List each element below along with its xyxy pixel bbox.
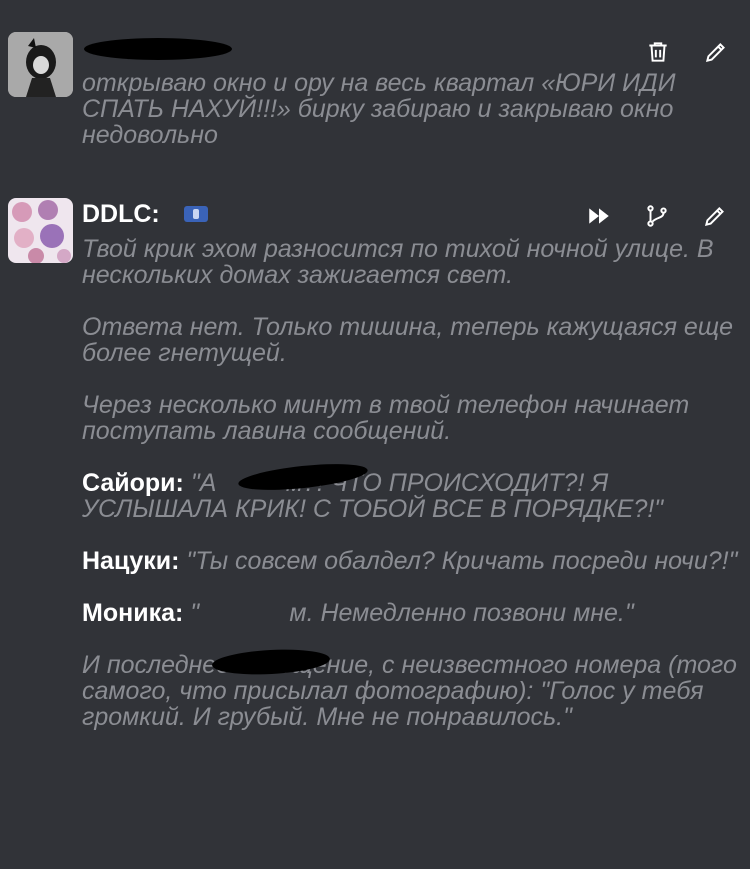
speaker-name: Сайори:	[82, 469, 184, 497]
paragraph: Ответа нет. Только тишина, теперь кажуща…	[82, 313, 740, 367]
dialogue-line: Сайори: "А м?! ЧТО ПРОИСХОДИТ?! Я УСЛЫША…	[82, 470, 742, 522]
fast-forward-icon[interactable]	[585, 202, 613, 230]
dialogue-text: "Ты совсем обалдел? Кричать посреди ночи…	[179, 547, 738, 575]
paragraph: Через несколько минут в твой телефон нач…	[82, 391, 697, 445]
speaker-name: Нацуки:	[82, 547, 180, 575]
paragraph: Твой крик эхом разносится по тихой ночно…	[82, 235, 721, 289]
bot-badge	[184, 206, 208, 222]
dialogue-text: " м. Немедленно позвони мне."	[183, 599, 634, 627]
bot-name[interactable]: DDLC:	[82, 200, 160, 229]
message-text: Твой крик эхом разносится по тихой ночно…	[82, 236, 742, 756]
dialogue-line: Моника: " м. Немедленно позвони мне."	[82, 600, 742, 626]
speaker-name: Моника:	[82, 599, 184, 627]
bot-avatar[interactable]	[8, 198, 73, 263]
branch-icon[interactable]	[643, 202, 671, 230]
pencil-icon[interactable]	[701, 202, 729, 230]
user-avatar[interactable]	[8, 32, 73, 97]
dialogue-line: Нацуки: "Ты совсем обалдел? Кричать поср…	[82, 548, 742, 574]
message-text: открываю окно и ору на весь квартал «ЮРИ…	[82, 69, 676, 149]
redacted-username	[84, 38, 232, 60]
paragraph: И последнее сообщение, с неизвестного но…	[82, 651, 744, 731]
pencil-icon[interactable]	[702, 38, 730, 66]
trash-icon[interactable]	[644, 38, 672, 66]
